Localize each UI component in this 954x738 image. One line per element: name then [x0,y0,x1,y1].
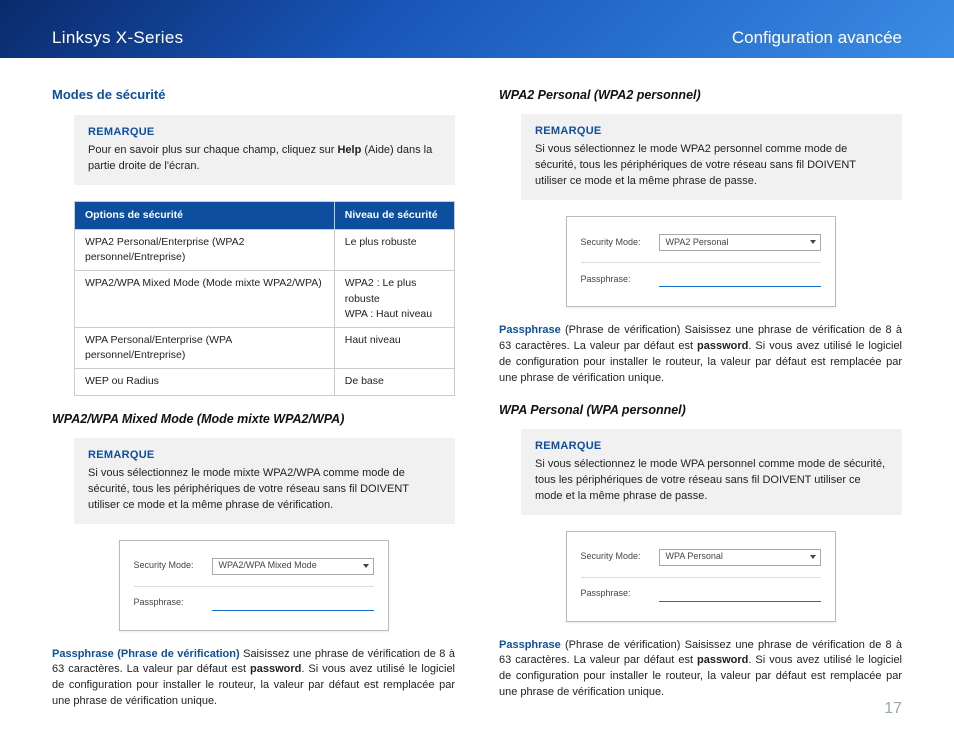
chevron-down-icon [810,240,816,244]
ui-select-value: WPA2 Personal [666,236,729,249]
note-title: REMARQUE [88,448,441,464]
table-row: WPA2 Personal/Enterprise (WPA2 personnel… [75,229,455,270]
left-column: Modes de sécurité REMARQUE Pour en savoi… [52,86,455,714]
screenshot-wpa2-personal: Security Mode: WPA2 Personal Passphrase: [566,216,836,307]
ui-divider [581,262,821,263]
note-title: REMARQUE [535,439,888,455]
note-wpap: REMARQUE Si vous sélectionnez le mode WP… [521,429,902,515]
ui-input-pass [659,272,821,287]
passphrase-paragraph-3: Passphrase (Phrase de vérification) Sais… [499,638,902,702]
cell-opt: WEP ou Radius [75,369,335,395]
security-table: Options de sécurité Niveau de sécurité W… [74,201,455,396]
table-row: WPA Personal/Enterprise (WPA personnel/E… [75,327,455,368]
note-mixed: REMARQUE Si vous sélectionnez le mode mi… [74,438,455,524]
page-header: Linksys X-Series Configuration avancée [0,0,954,58]
passphrase-default: password [697,654,748,666]
cell-opt: WPA2/WPA Mixed Mode (Mode mixte WPA2/WPA… [75,271,335,328]
cell-lvl: Le plus robuste [334,229,454,270]
screenshot-mixed-mode: Security Mode: WPA2/WPA Mixed Mode Passp… [119,540,389,631]
note-text: Si vous sélectionnez le mode WPA2 person… [535,143,856,187]
passphrase-term: Passphrase [499,324,561,336]
header-product: Linksys X-Series [52,28,183,48]
note-text: Si vous sélectionnez le mode WPA personn… [535,458,885,502]
passphrase-term: Passphrase (Phrase de vérification) [52,648,240,660]
header-section: Configuration avancée [732,28,902,48]
screenshot-wpa-personal: Security Mode: WPA Personal Passphrase: [566,531,836,622]
note-title: REMARQUE [88,125,441,141]
passphrase-paragraph: Passphrase (Phrase de vérification) Sais… [52,647,455,711]
ui-label-pass: Passphrase: [581,273,659,286]
right-column: WPA2 Personal (WPA2 personnel) REMARQUE … [499,86,902,714]
passphrase-default: password [697,340,748,352]
table-row: WEP ou Radius De base [75,369,455,395]
heading-wpa2-personal: WPA2 Personal (WPA2 personnel) [499,86,902,104]
th-options: Options de sécurité [75,201,335,229]
note-title: REMARQUE [535,124,888,140]
ui-select-mode: WPA2 Personal [659,234,821,251]
note-text: Si vous sélectionnez le mode mixte WPA2/… [88,467,409,511]
heading-mixed-mode: WPA2/WPA Mixed Mode (Mode mixte WPA2/WPA… [52,410,455,428]
note-help: REMARQUE Pour en savoir plus sur chaque … [74,115,455,185]
ui-input-pass [212,596,374,611]
heading-security-modes: Modes de sécurité [52,86,455,105]
cell-lvl: Haut niveau [334,327,454,368]
note-help-bold: Help [337,144,361,156]
passphrase-term: Passphrase [499,639,561,651]
cell-lvl: De base [334,369,454,395]
cell-lvl-b: WPA : Haut niveau [345,308,432,320]
passphrase-paragraph-2: Passphrase (Phrase de vérification) Sais… [499,323,902,387]
ui-select-mode: WPA2/WPA Mixed Mode [212,558,374,575]
ui-select-mode: WPA Personal [659,549,821,566]
ui-divider [581,577,821,578]
table-row: WPA2/WPA Mixed Mode (Mode mixte WPA2/WPA… [75,271,455,328]
th-level: Niveau de sécurité [334,201,454,229]
ui-select-value: WPA Personal [666,550,723,563]
ui-label-mode: Security Mode: [134,559,212,572]
chevron-down-icon [810,555,816,559]
ui-input-pass [659,587,821,602]
passphrase-paren: (Phrase de vérification) [561,324,685,336]
note-wpa2p: REMARQUE Si vous sélectionnez le mode WP… [521,114,902,200]
cell-opt: WPA2 Personal/Enterprise (WPA2 personnel… [75,229,335,270]
ui-label-mode: Security Mode: [581,236,659,249]
passphrase-paren: (Phrase de vérification) [561,639,685,651]
ui-label-mode: Security Mode: [581,550,659,563]
ui-label-pass: Passphrase: [581,587,659,600]
passphrase-default: password [250,663,301,675]
heading-wpa-personal: WPA Personal (WPA personnel) [499,401,902,419]
ui-divider [134,586,374,587]
ui-select-value: WPA2/WPA Mixed Mode [219,559,317,572]
note-text-a: Pour en savoir plus sur chaque champ, cl… [88,144,337,156]
chevron-down-icon [363,564,369,568]
cell-lvl: WPA2 : Le plus robuste WPA : Haut niveau [334,271,454,328]
ui-label-pass: Passphrase: [134,596,212,609]
page-number: 17 [884,700,902,718]
page-body: Modes de sécurité REMARQUE Pour en savoi… [0,58,954,714]
cell-lvl-a: WPA2 : Le plus robuste [345,277,417,304]
cell-opt: WPA Personal/Enterprise (WPA personnel/E… [75,327,335,368]
